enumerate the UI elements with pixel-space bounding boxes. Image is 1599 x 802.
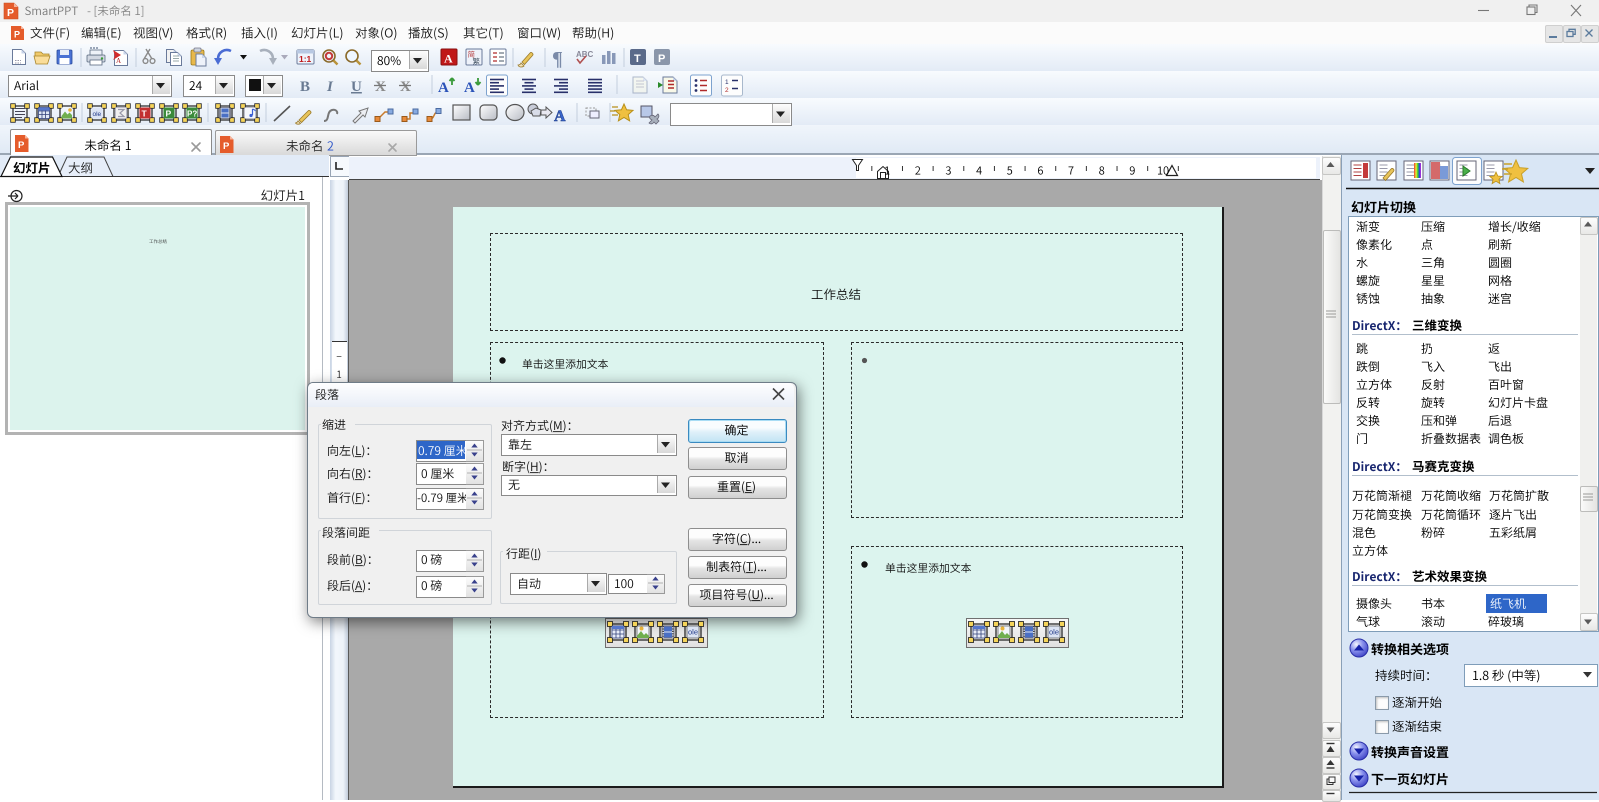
svg-text:¶: ¶ <box>552 48 563 70</box>
svg-text:P: P <box>223 141 230 152</box>
svg-text:1:1: 1:1 <box>299 54 312 64</box>
svg-text:B: B <box>300 79 310 95</box>
svg-text:I: I <box>326 79 334 95</box>
svg-text:P: P <box>7 7 14 19</box>
svg-text:P: P <box>14 30 20 40</box>
svg-text:A: A <box>438 80 449 96</box>
svg-text:T: T <box>634 53 641 65</box>
svg-text:A: A <box>554 108 566 125</box>
svg-text:ole: ole <box>688 628 698 637</box>
svg-text:ole: ole <box>1049 628 1059 637</box>
svg-text:X: X <box>400 79 411 95</box>
svg-text:1: 1 <box>725 79 729 86</box>
svg-text:ole: ole <box>93 111 102 118</box>
svg-text:2: 2 <box>725 87 729 94</box>
svg-text:P?: P? <box>187 110 197 119</box>
svg-text:T: T <box>142 109 148 119</box>
svg-text:X: X <box>375 79 386 95</box>
svg-text:A: A <box>464 80 475 96</box>
svg-text:P: P <box>658 53 665 65</box>
svg-text:P: P <box>166 109 172 119</box>
svg-text:A: A <box>444 52 453 66</box>
svg-text:A: A <box>116 57 121 65</box>
svg-text:U: U <box>351 79 362 95</box>
svg-text:P: P <box>18 140 25 151</box>
